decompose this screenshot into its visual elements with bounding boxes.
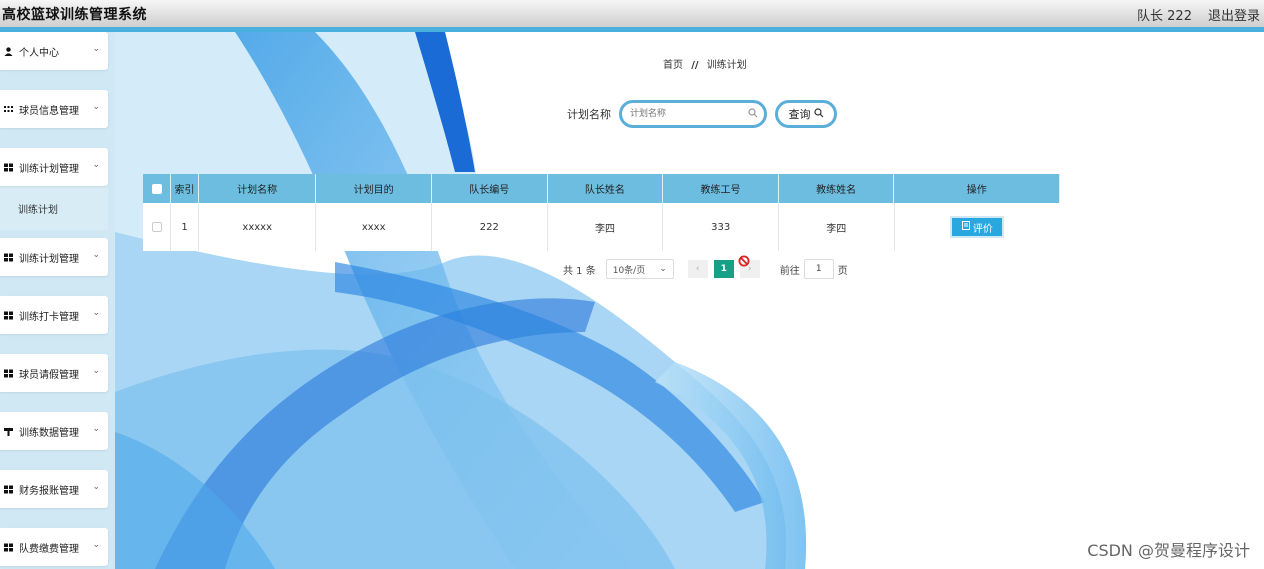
search-box: [619, 100, 767, 128]
grid-icon: [4, 105, 13, 114]
chevron-down-icon: ⌄: [92, 482, 100, 492]
sidebar-item-personal-center[interactable]: 个人中心 ⌄: [0, 32, 108, 70]
cell-plan-name: xxxxx: [199, 203, 317, 251]
breadcrumb-home[interactable]: 首页: [663, 60, 683, 71]
top-right-actions: 队长 222 退出登录: [1137, 5, 1260, 24]
top-bar: 高校篮球训练管理系统 队长 222 退出登录: [0, 0, 1264, 32]
user-label: 队长 222: [1137, 9, 1192, 24]
page-unit-label: 页: [837, 265, 848, 277]
chevron-left-icon: ‹: [695, 264, 700, 274]
grid-icon: [4, 369, 13, 378]
column-header: 索引: [171, 174, 200, 203]
main-content: 首页 // 训练计划 计划名称 查询 索引 计划名称 计划目的 队长编号 队长姓…: [115, 32, 1264, 569]
cell-coach-no: 333: [663, 203, 779, 251]
breadcrumb-current: 训练计划: [706, 60, 747, 71]
table-header: 索引 计划名称 计划目的 队长编号 队长姓名 教练工号 教练姓名 操作: [143, 174, 1060, 203]
grid-icon: [4, 163, 13, 172]
select-all-checkbox[interactable]: [151, 183, 162, 194]
sidebar-item-label: 训练数据管理: [19, 427, 79, 439]
user-icon: [4, 46, 13, 56]
sidebar-subitem-label: 训练计划: [18, 204, 58, 216]
chevron-down-icon: ⌄: [92, 44, 100, 54]
sidebar-item-training-plan-mgmt[interactable]: 训练计划管理 ⌄: [0, 148, 108, 186]
sidebar-item-checkin-mgmt[interactable]: 训练打卡管理 ⌄: [0, 296, 108, 334]
cell-index: 1: [171, 203, 200, 251]
column-header: 计划名称: [199, 174, 317, 203]
select-all-cell: [143, 174, 172, 203]
cell-coach-name: 李四: [779, 203, 895, 251]
column-header: 操作: [894, 174, 1060, 203]
goto-label: 前往: [779, 265, 800, 277]
sidebar: 个人中心 ⌄ 球员信息管理 ⌄ 训练计划管理 ⌄ 训练计划 训练计划管理 ⌄ 训…: [0, 32, 115, 569]
chevron-down-icon: ⌄: [92, 250, 100, 260]
chevron-down-icon: ⌄: [92, 102, 100, 112]
column-header: 教练姓名: [779, 174, 895, 203]
chevron-down-icon: ⌄: [92, 160, 100, 170]
document-icon: [961, 221, 970, 233]
chevron-down-icon: ⌄: [92, 308, 100, 318]
row-select-cell: [143, 203, 172, 251]
column-header: 队长编号: [432, 174, 548, 203]
sidebar-item-leave-mgmt[interactable]: 球员请假管理 ⌄: [0, 354, 108, 392]
sidebar-item-player-info[interactable]: 球员信息管理 ⌄: [0, 90, 108, 128]
column-header: 队长姓名: [548, 174, 664, 203]
cell-actions: 评价: [895, 203, 1060, 251]
logout-link[interactable]: 退出登录: [1208, 5, 1260, 24]
search-icon: [748, 108, 758, 121]
sidebar-item-fee-mgmt[interactable]: 队费缴费管理 ⌄: [0, 528, 108, 566]
data-table: 索引 计划名称 计划目的 队长编号 队长姓名 教练工号 教练姓名 操作 1 xx…: [143, 174, 1060, 251]
plan-name-input[interactable]: [630, 103, 750, 125]
search-row: 计划名称 查询: [567, 100, 837, 128]
column-header: 教练工号: [663, 174, 779, 203]
page-number-button[interactable]: 1: [713, 260, 734, 278]
evaluate-button[interactable]: 评价: [950, 216, 1005, 238]
prev-page-button[interactable]: ‹: [687, 260, 708, 278]
sidebar-item-label: 队费缴费管理: [19, 543, 79, 555]
chevron-down-icon: ⌄: [659, 264, 667, 274]
chevron-down-icon: ⌄: [92, 540, 100, 550]
grid-icon: [4, 311, 13, 320]
not-allowed-cursor-icon: [738, 255, 750, 270]
search-label: 计划名称: [567, 108, 611, 121]
row-checkbox[interactable]: [151, 222, 162, 232]
grid-icon: [4, 253, 13, 262]
goto-page-input[interactable]: 1: [803, 259, 834, 279]
sidebar-item-label: 财务报账管理: [19, 485, 79, 497]
table-row: 1 xxxxx xxxx 222 李四 333 李四 评价: [143, 203, 1060, 251]
search-icon: [813, 107, 824, 121]
evaluate-button-label: 评价: [972, 223, 993, 235]
query-button-label: 查询: [788, 108, 811, 121]
sidebar-item-label: 个人中心: [19, 47, 59, 59]
column-header: 计划目的: [316, 174, 432, 203]
flag-icon: [4, 427, 13, 436]
sidebar-item-label: 球员请假管理: [19, 369, 79, 381]
grid-icon: [4, 543, 13, 552]
watermark: CSDN @贺曼程序设计: [1087, 541, 1250, 560]
page-size-value: 10条/页: [612, 265, 646, 276]
cell-captain-no: 222: [432, 203, 548, 251]
sidebar-item-label: 球员信息管理: [19, 105, 79, 117]
app-title: 高校篮球训练管理系统: [2, 7, 147, 23]
query-button[interactable]: 查询: [775, 100, 837, 128]
breadcrumb: 首页 // 训练计划: [663, 56, 747, 71]
pagination: 共 1 条 10条/页 ⌄ ‹ 1 › 前往 1 页: [563, 259, 848, 279]
sidebar-item-label: 训练计划管理: [19, 163, 79, 175]
breadcrumb-separator: //: [691, 60, 699, 71]
sidebar-item-label: 训练打卡管理: [19, 311, 79, 323]
chevron-down-icon: ⌄: [92, 366, 100, 376]
chevron-down-icon: ⌄: [92, 424, 100, 434]
grid-icon: [4, 485, 13, 494]
cell-captain-name: 李四: [548, 203, 664, 251]
sidebar-item-label: 训练计划管理: [19, 253, 79, 265]
sidebar-subitem-training-plan[interactable]: 训练计划: [0, 186, 108, 230]
pagination-total: 共 1 条: [563, 265, 596, 277]
cell-plan-goal: xxxx: [316, 203, 432, 251]
page-size-select[interactable]: 10条/页 ⌄: [605, 259, 674, 279]
sidebar-item-training-plan-mgmt-2[interactable]: 训练计划管理 ⌄: [0, 238, 108, 276]
sidebar-item-finance-mgmt[interactable]: 财务报账管理 ⌄: [0, 470, 108, 508]
sidebar-item-training-data-mgmt[interactable]: 训练数据管理 ⌄: [0, 412, 108, 450]
